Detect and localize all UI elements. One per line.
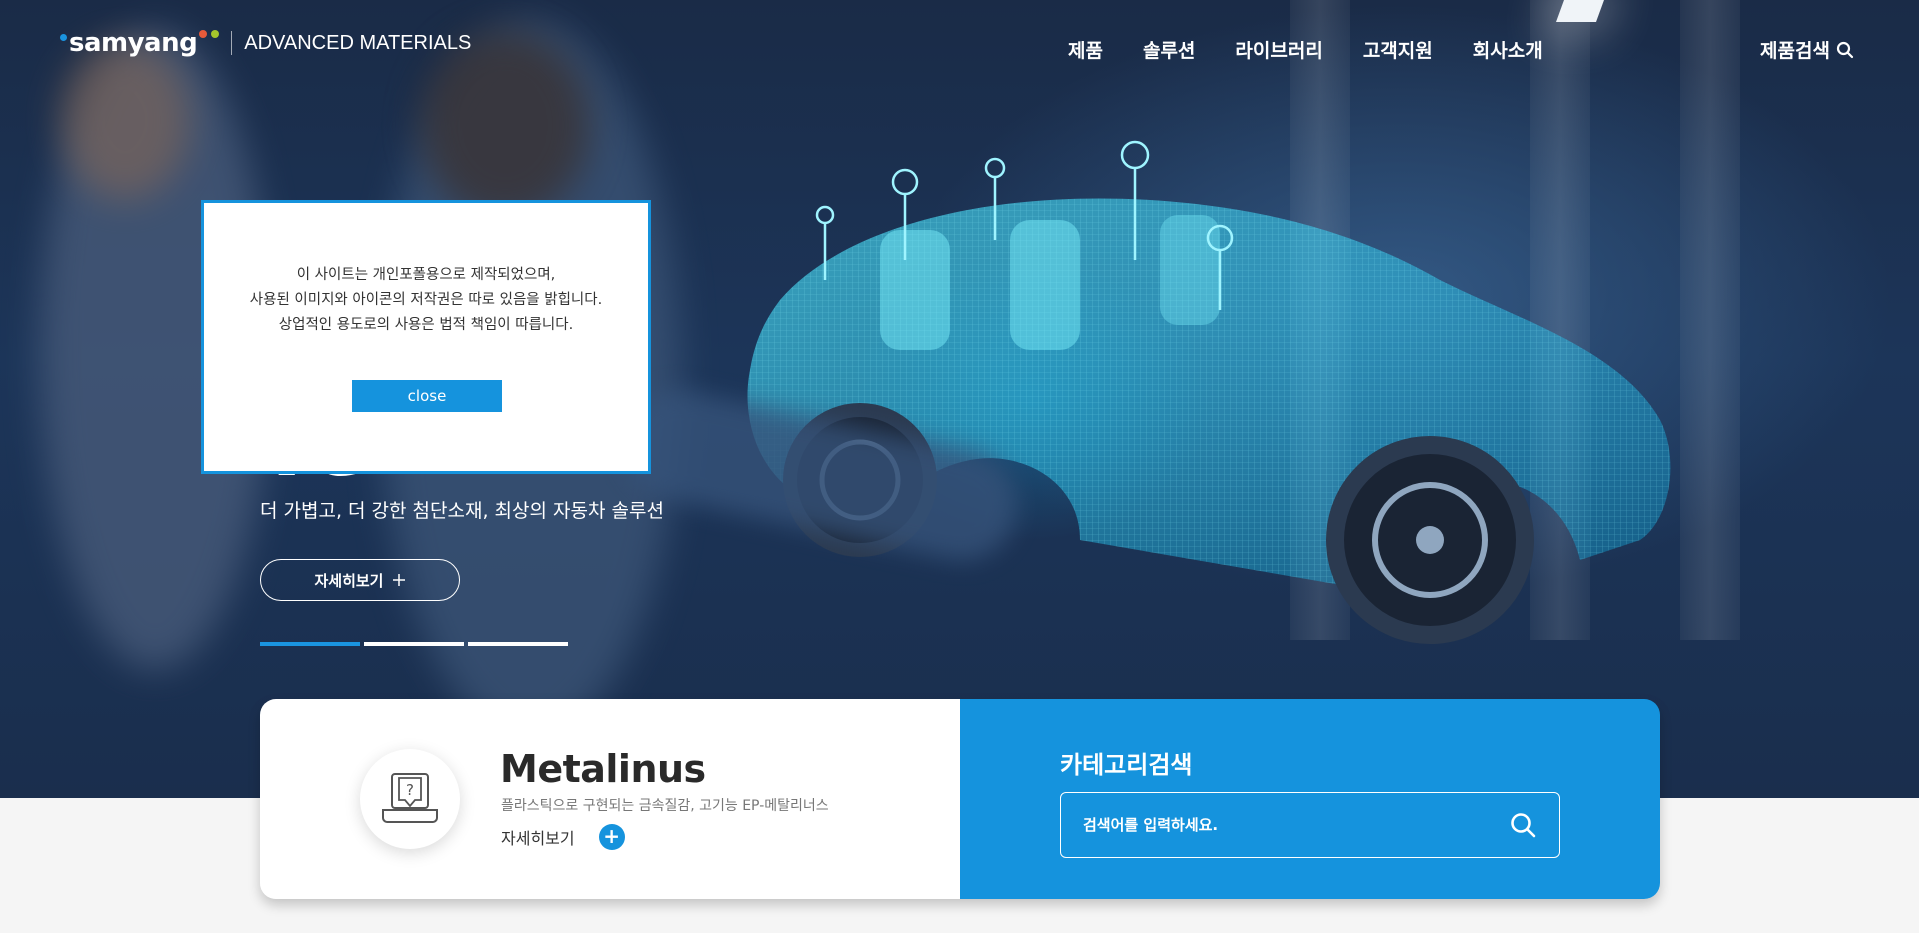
popup-line: 사용된 이미지와 아이콘의 저작권은 따로 있음을 밝힙니다. (249, 292, 603, 308)
product-search-label: 제품검색 (1760, 40, 1830, 62)
product-more-label: 자세히보기 (501, 829, 575, 848)
pager-dot-3[interactable] (468, 642, 568, 646)
product-search-link[interactable]: 제품검색 (1760, 36, 1854, 63)
logo-dot (199, 30, 208, 38)
popup-line: 이 사이트는 개인포폴용으로 제작되었으며, (296, 267, 556, 283)
category-search-input[interactable] (1083, 816, 1509, 834)
logo-dot (60, 34, 67, 41)
search-icon (1836, 41, 1854, 58)
popup-message: 이 사이트는 개인포폴용으로 제작되었으며, 사용된 이미지와 아이콘의 저작권… (204, 263, 648, 338)
menu-item-support[interactable]: 고객지원 (1363, 36, 1433, 63)
menu-item-library[interactable]: 라이브러리 (1235, 36, 1322, 63)
hero-more-label: 자세히보기 (314, 571, 384, 590)
category-search-title: 카테고리검색 (1060, 751, 1193, 779)
product-title: Metalinus (500, 747, 706, 791)
search-icon[interactable] (1509, 811, 1537, 839)
pager-dot-1[interactable] (260, 642, 360, 646)
logo-subtitle: ADVANCED MATERIALS (244, 31, 472, 54)
samyang-logo[interactable]: samyang ADVANCED MATERIALS (60, 28, 471, 58)
product-card: ? Metalinus 플라스틱으로 구현되는 금속질감, 고기능 EP-메탈리… (260, 699, 960, 899)
svg-text:?: ? (406, 781, 414, 799)
popup-line: 상업적인 용도로의 사용은 법적 책임이 따릅니다. (278, 317, 574, 333)
product-icon-badge: ? (360, 749, 460, 849)
main-menu: 제품 솔루션 라이브러리 고객지원 회사소개 (1068, 36, 1543, 63)
logo-divider (231, 31, 233, 55)
menu-item-products[interactable]: 제품 (1068, 36, 1103, 63)
logo-wordmark: samyang (69, 28, 198, 58)
logo-dots (199, 30, 220, 38)
popup-close-button[interactable]: close (352, 380, 502, 412)
hero-subtitle: 더 가볍고, 더 강한 첨단소재, 최상의 자동차 솔루션 (260, 500, 664, 522)
hero-more-button[interactable]: 자세히보기 (260, 559, 460, 601)
feature-panel: ? Metalinus 플라스틱으로 구현되는 금속질감, 고기능 EP-메탈리… (260, 699, 1660, 899)
pager-dot-2[interactable] (364, 642, 464, 646)
hero-pager (260, 642, 568, 646)
logo-dot (211, 30, 220, 38)
laptop-question-icon: ? (382, 773, 438, 823)
top-navigation: samyang ADVANCED MATERIALS 제품 솔루션 라이브러리 … (0, 0, 1919, 100)
product-description: 플라스틱으로 구현되는 금속질감, 고기능 EP-메탈리너스 (501, 798, 829, 814)
notice-popup: 이 사이트는 개인포폴용으로 제작되었으며, 사용된 이미지와 아이콘의 저작권… (201, 200, 651, 474)
product-more-link[interactable]: 자세히보기 + (501, 824, 625, 850)
plus-circle-icon[interactable]: + (598, 824, 625, 850)
menu-item-company[interactable]: 회사소개 (1473, 36, 1543, 63)
category-search-card: 카테고리검색 (960, 699, 1660, 899)
menu-item-solutions[interactable]: 솔루션 (1143, 36, 1195, 63)
plus-icon (392, 574, 405, 586)
hologram-car-image (747, 140, 1671, 644)
category-search-box (1060, 792, 1560, 858)
